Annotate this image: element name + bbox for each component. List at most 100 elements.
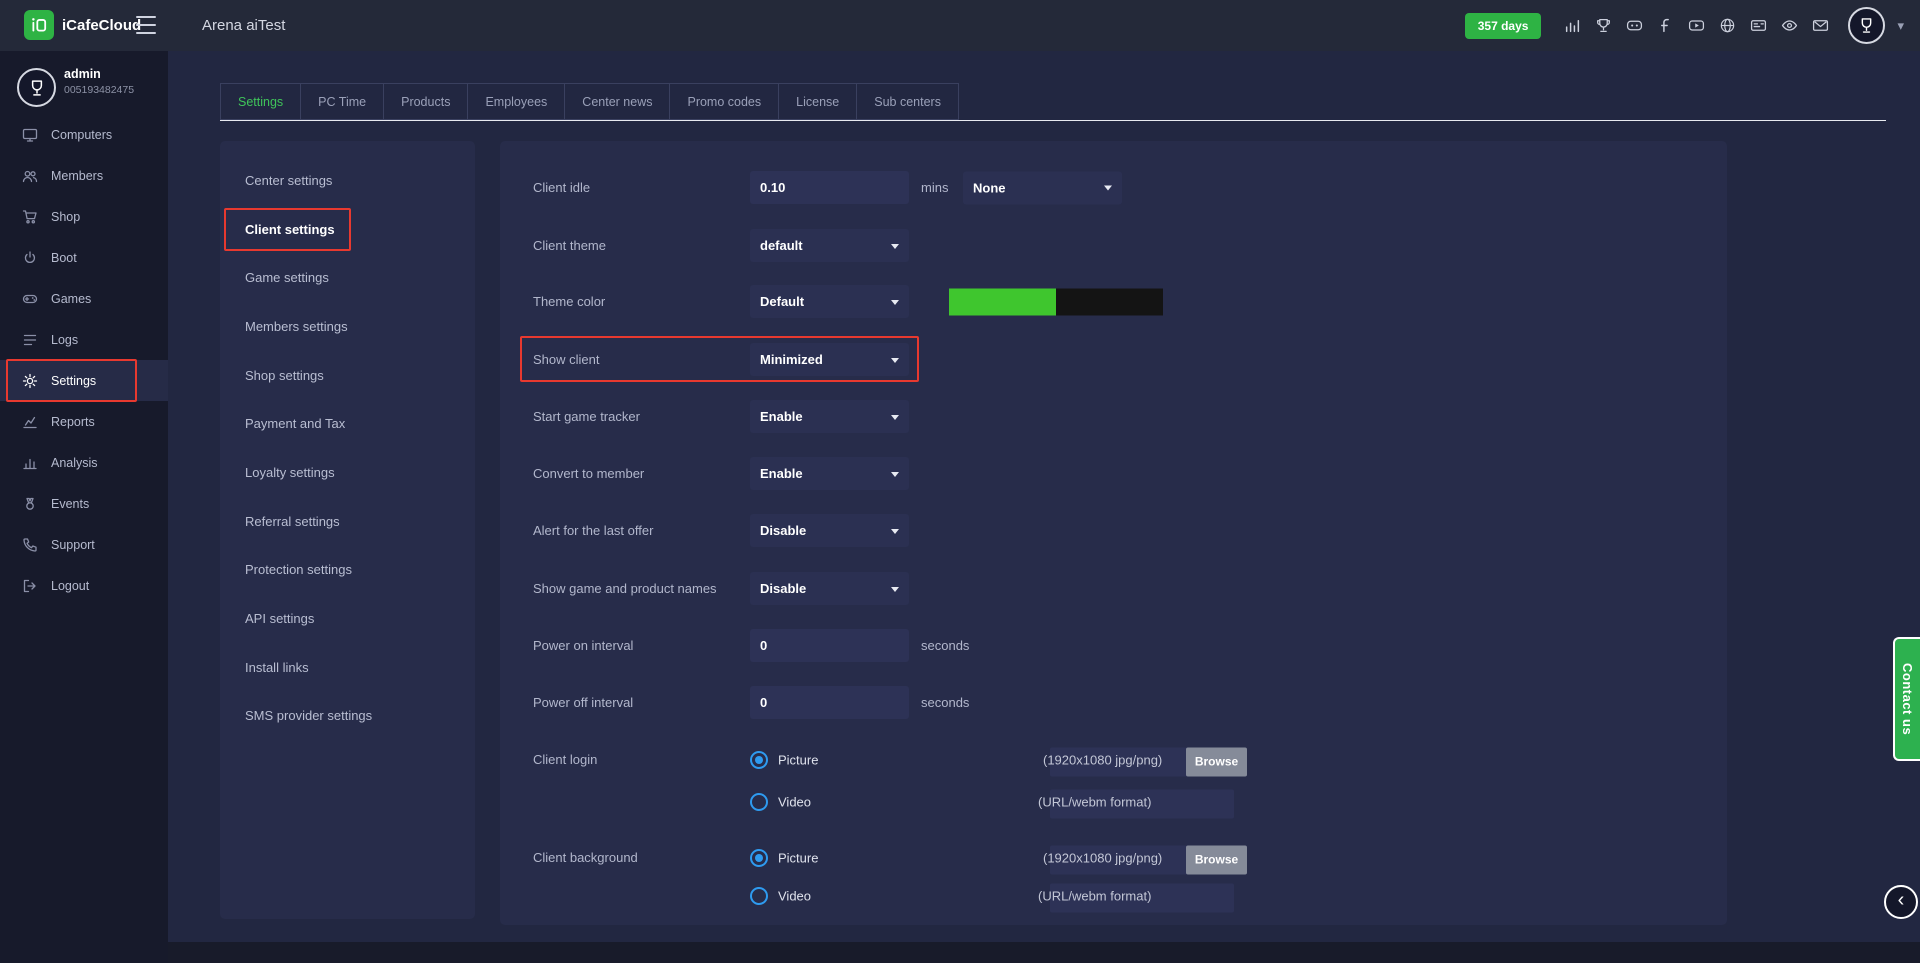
client-background-browse-button[interactable]: Browse bbox=[1186, 845, 1247, 874]
sidebar-user-block: admin 005193482475 bbox=[0, 51, 168, 113]
sidebar-item-members[interactable]: Members bbox=[0, 155, 168, 196]
alert-last-offer-select[interactable]: Disable bbox=[750, 514, 909, 547]
submenu-item-api-settings[interactable]: API settings bbox=[220, 594, 475, 643]
form-row-start-game-tracker: Start game tracker Enable bbox=[533, 400, 1707, 433]
sidebar-item-support[interactable]: Support bbox=[0, 524, 168, 565]
sidebar-item-settings[interactable]: Settings bbox=[0, 360, 168, 401]
days-badge[interactable]: 357 days bbox=[1465, 13, 1542, 39]
youtube-icon[interactable] bbox=[1687, 16, 1706, 35]
discord-icon[interactable] bbox=[1625, 16, 1644, 35]
app-root: iCafeCloud Arena aiTest 357 days bbox=[0, 0, 1920, 963]
tab-sub-centers[interactable]: Sub centers bbox=[856, 83, 959, 120]
center-title: Arena aiTest bbox=[202, 0, 285, 51]
submenu-item-client-settings[interactable]: Client settings bbox=[220, 205, 475, 254]
submenu-item-game-settings[interactable]: Game settings bbox=[220, 253, 475, 302]
chevron-down-icon bbox=[891, 358, 899, 363]
power-icon bbox=[22, 250, 38, 266]
sidebar-avatar[interactable] bbox=[17, 68, 56, 107]
sidebar-nav: Computers Members Shop Boot Games Logs bbox=[0, 114, 168, 606]
select-value: default bbox=[760, 238, 803, 253]
sidebar-item-events[interactable]: Events bbox=[0, 483, 168, 524]
form-row-convert-to-member: Convert to member Enable bbox=[533, 457, 1707, 490]
icafecloud-logo-icon[interactable] bbox=[24, 10, 54, 40]
field-label: Client background bbox=[533, 850, 750, 865]
field-label: Power on interval bbox=[533, 638, 750, 653]
client-login-browse-button[interactable]: Browse bbox=[1186, 747, 1247, 776]
bar-chart-icon bbox=[22, 455, 38, 471]
select-value: Default bbox=[760, 294, 804, 309]
form-row-client-background-picture: Client background Picture Browse (1920x1… bbox=[533, 841, 1707, 874]
sidebar-item-label: Members bbox=[51, 169, 103, 183]
tab-license[interactable]: License bbox=[778, 83, 857, 120]
field-label: Alert for the last offer bbox=[533, 523, 750, 538]
mail-icon[interactable] bbox=[1811, 16, 1830, 35]
sidebar-item-label: Boot bbox=[51, 251, 77, 265]
client-background-picture-radio[interactable] bbox=[750, 849, 768, 867]
tab-promo-codes[interactable]: Promo codes bbox=[669, 83, 779, 120]
submenu-item-members-settings[interactable]: Members settings bbox=[220, 302, 475, 351]
field-label: Power off interval bbox=[533, 695, 750, 710]
sidebar-item-label: Logs bbox=[51, 333, 78, 347]
sidebar-item-games[interactable]: Games bbox=[0, 278, 168, 319]
submenu-item-center-settings[interactable]: Center settings bbox=[220, 156, 475, 205]
sidebar-item-boot[interactable]: Boot bbox=[0, 237, 168, 278]
topbar-right: 357 days bbox=[1465, 0, 1904, 51]
logout-icon bbox=[22, 578, 38, 594]
theme-color-black-swatch bbox=[1056, 288, 1163, 315]
form-row-show-game-product-names: Show game and product names Disable bbox=[533, 572, 1707, 605]
stats-icon[interactable] bbox=[1563, 16, 1582, 35]
select-value: Enable bbox=[760, 466, 803, 481]
trophy-icon[interactable] bbox=[1594, 16, 1613, 35]
globe-icon[interactable] bbox=[1718, 16, 1737, 35]
submenu-item-sms-provider-settings[interactable]: SMS provider settings bbox=[220, 692, 475, 741]
power-off-interval-input[interactable] bbox=[750, 686, 909, 719]
tab-products[interactable]: Products bbox=[383, 83, 468, 120]
field-label: Theme color bbox=[533, 294, 750, 309]
eye-icon[interactable] bbox=[1780, 16, 1799, 35]
sidebar-item-label: Settings bbox=[51, 374, 96, 388]
sidebar-item-logout[interactable]: Logout bbox=[0, 565, 168, 606]
convert-to-member-select[interactable]: Enable bbox=[750, 457, 909, 490]
sidebar-item-label: Events bbox=[51, 497, 89, 511]
submenu-item-payment-and-tax[interactable]: Payment and Tax bbox=[220, 399, 475, 448]
field-label: Client theme bbox=[533, 238, 750, 253]
user-avatar[interactable] bbox=[1848, 7, 1885, 44]
power-on-interval-input[interactable] bbox=[750, 629, 909, 662]
facebook-icon[interactable] bbox=[1656, 16, 1675, 35]
field-hint: (1920x1080 jpg/png) bbox=[1043, 752, 1162, 767]
tab-employees[interactable]: Employees bbox=[467, 83, 565, 120]
submenu-item-shop-settings[interactable]: Shop settings bbox=[220, 351, 475, 400]
tab-settings[interactable]: Settings bbox=[220, 83, 301, 120]
cart-icon bbox=[22, 209, 38, 225]
client-login-picture-radio[interactable] bbox=[750, 751, 768, 769]
id-card-icon[interactable] bbox=[1749, 16, 1768, 35]
sidebar-item-logs[interactable]: Logs bbox=[0, 319, 168, 360]
contact-us-tab[interactable]: Contact us bbox=[1893, 637, 1920, 761]
client-theme-select[interactable]: default bbox=[750, 229, 909, 262]
submenu-item-referral-settings[interactable]: Referral settings bbox=[220, 497, 475, 546]
show-game-product-names-select[interactable]: Disable bbox=[750, 572, 909, 605]
sidebar-item-reports[interactable]: Reports bbox=[0, 401, 168, 442]
tab-center-news[interactable]: Center news bbox=[564, 83, 670, 120]
submenu-item-loyalty-settings[interactable]: Loyalty settings bbox=[220, 448, 475, 497]
chevron-down-icon[interactable]: ▾ bbox=[1897, 18, 1904, 34]
sidebar-item-computers[interactable]: Computers bbox=[0, 114, 168, 155]
show-client-select[interactable]: Minimized bbox=[750, 343, 909, 376]
line-chart-icon bbox=[22, 414, 38, 430]
hamburger-menu-icon[interactable] bbox=[136, 16, 156, 34]
submenu-item-protection-settings[interactable]: Protection settings bbox=[220, 546, 475, 595]
theme-color-select[interactable]: Default bbox=[750, 285, 909, 318]
submenu-item-install-links[interactable]: Install links bbox=[220, 643, 475, 692]
client-idle-input[interactable] bbox=[750, 171, 909, 204]
client-background-video-radio[interactable] bbox=[750, 887, 768, 905]
client-login-video-radio[interactable] bbox=[750, 793, 768, 811]
tab-pc-time[interactable]: PC Time bbox=[300, 83, 384, 120]
field-label: Client idle bbox=[533, 180, 750, 195]
sidebar-item-analysis[interactable]: Analysis bbox=[0, 442, 168, 483]
client-idle-action-select[interactable]: None bbox=[963, 171, 1122, 204]
start-game-tracker-select[interactable]: Enable bbox=[750, 400, 909, 433]
sidebar-item-shop[interactable]: Shop bbox=[0, 196, 168, 237]
collapse-chevron-button[interactable]: ‹ bbox=[1884, 885, 1918, 919]
chevron-down-icon bbox=[891, 244, 899, 249]
radio-label: Picture bbox=[778, 752, 818, 767]
